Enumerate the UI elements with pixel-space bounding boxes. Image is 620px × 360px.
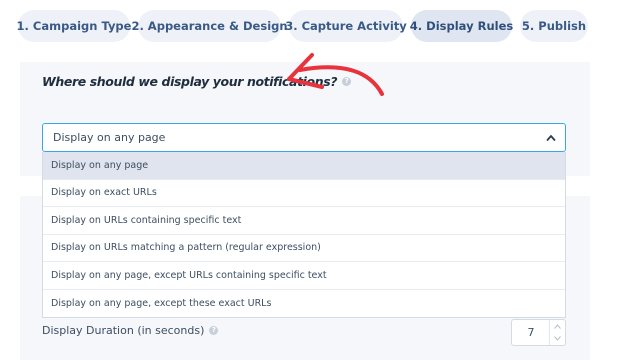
option-urls-containing-text[interactable]: Display on URLs containing specific text	[43, 207, 565, 235]
duration-stepper[interactable]: 7	[511, 319, 566, 346]
select-value: Display on any page	[53, 131, 166, 144]
tab-display-rules[interactable]: 4. Display Rules	[410, 10, 513, 42]
decrement-button[interactable]	[550, 333, 565, 346]
increment-icon	[554, 323, 561, 329]
display-location-select[interactable]: Display on any page	[42, 123, 566, 152]
display-question: Where should we display your notificatio…	[42, 74, 352, 89]
option-any-page[interactable]: Display on any page	[43, 152, 565, 180]
help-icon[interactable]: ?	[342, 77, 352, 86]
tab-campaign-type[interactable]: 1. Campaign Type	[17, 10, 131, 42]
tab-publish[interactable]: 5. Publish	[520, 10, 588, 42]
increment-button[interactable]	[550, 320, 565, 333]
wizard-tabs: 1. Campaign Type 2. Appearance & Design …	[0, 0, 620, 52]
question-text: Where should we display your notificatio…	[42, 74, 338, 89]
decrement-icon	[554, 336, 561, 342]
help-icon[interactable]: ?	[209, 326, 219, 335]
duration-label: Display Duration (in seconds) ?	[42, 324, 219, 337]
option-any-page-except-exact[interactable]: Display on any page, except these exact …	[43, 290, 565, 318]
display-location-dropdown: Display on any page Display on exact URL…	[42, 152, 566, 318]
chevron-up-icon	[546, 135, 556, 141]
duration-value[interactable]: 7	[512, 320, 550, 345]
tab-capture-activity[interactable]: 3. Capture Activity	[285, 10, 407, 42]
tab-appearance-design[interactable]: 2. Appearance & Design	[131, 10, 288, 42]
stepper-buttons	[549, 320, 565, 345]
option-exact-urls[interactable]: Display on exact URLs	[43, 180, 565, 207]
duration-label-text: Display Duration (in seconds)	[42, 324, 205, 337]
option-urls-matching-pattern[interactable]: Display on URLs matching a pattern (regu…	[43, 235, 565, 262]
option-any-page-except-containing[interactable]: Display on any page, except URLs contain…	[43, 262, 565, 290]
